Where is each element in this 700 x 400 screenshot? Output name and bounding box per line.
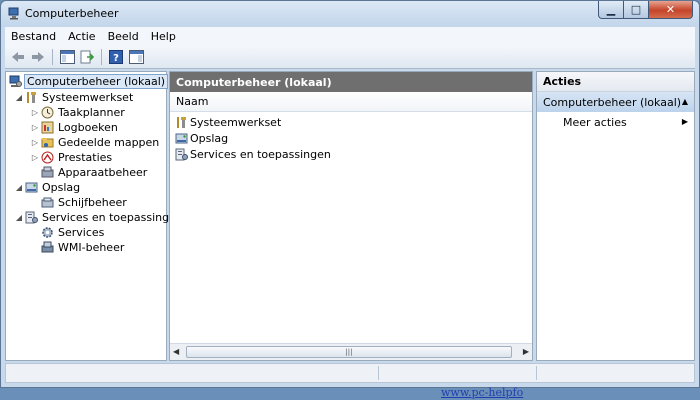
minimize-icon: ▁ (606, 3, 616, 16)
grip-icon: ||| (345, 348, 353, 356)
console-tree: Computerbeheer (lokaal) ◢ Systeemwerkset… (5, 71, 183, 361)
tree-item-taakplanner[interactable]: ▷ Taakplanner (30, 105, 127, 120)
back-arrow-icon (12, 52, 24, 62)
collapse-up-icon[interactable]: ▲ (682, 97, 688, 106)
tree-item-systeemwerkset[interactable]: ◢ Systeemwerkset (14, 90, 135, 105)
list-item-services-en-toepassingen[interactable]: Services en toepassingen (174, 147, 331, 162)
maximize-icon: □ (630, 3, 642, 16)
collapsed-arrow-icon[interactable]: ▷ (30, 153, 40, 162)
window-title: Computerbeheer (25, 7, 119, 20)
close-icon: ✕ (665, 3, 676, 16)
computer-management-icon (8, 75, 22, 88)
list-item-opslag[interactable]: Opslag (174, 131, 228, 146)
actions-section-computerbeheer[interactable]: Computerbeheer (lokaal) ▲ (537, 92, 694, 112)
help-button[interactable]: ? (107, 48, 125, 66)
export-list-button[interactable] (78, 48, 96, 66)
actions-section-label: Computerbeheer (lokaal) (543, 95, 682, 109)
menu-bar: Bestand Actie Beeld Help (5, 27, 695, 46)
storage-icon (174, 132, 188, 145)
services-icon (40, 226, 54, 239)
action-meer-acties[interactable]: Meer acties ▶ (537, 112, 694, 132)
list-item-label: Systeemwerkset (190, 116, 282, 129)
toolbar-separator (52, 49, 53, 65)
system-tools-icon (174, 116, 188, 129)
tree-item-logboeken[interactable]: ▷ Logboeken (30, 120, 120, 135)
expanded-arrow-icon[interactable]: ◢ (14, 93, 24, 102)
menu-help[interactable]: Help (145, 30, 182, 43)
tree-item-prestaties[interactable]: ▷ Prestaties (30, 150, 114, 165)
menu-bestand[interactable]: Bestand (5, 30, 62, 43)
services-applications-icon (174, 148, 188, 161)
services-applications-icon (24, 211, 38, 224)
tree-item-services-en-toepassingen[interactable]: ◢ Services en toepassingen (14, 210, 185, 225)
actions-pane: Acties Computerbeheer (lokaal) ▲ Meer ac… (536, 71, 695, 361)
status-bar (5, 363, 695, 383)
background-link[interactable]: www.pc-helpfo (441, 386, 523, 399)
toolbar-separator (101, 49, 102, 65)
scroll-left-icon[interactable]: ◀ (173, 347, 179, 356)
results-pane: Computerbeheer (lokaal) Naam Systeemwerk… (169, 71, 533, 361)
help-icon: ? (109, 50, 123, 64)
computer-management-window: Computerbeheer ▁ □ ✕ Bestand Actie Beeld… (0, 0, 700, 388)
tree-item-opslag[interactable]: ◢ Opslag (14, 180, 82, 195)
scrollbar-thumb[interactable]: ||| (186, 346, 512, 358)
expanded-arrow-icon[interactable]: ◢ (14, 183, 24, 192)
storage-icon (24, 181, 38, 194)
export-list-icon (80, 50, 94, 64)
tree-item-services[interactable]: Services (40, 225, 106, 240)
forward-arrow-icon (32, 52, 44, 62)
list-item-label: Opslag (190, 132, 229, 145)
tree-item-gedeelde-mappen[interactable]: ▷ Gedeelde mappen (30, 135, 161, 150)
disk-management-icon (40, 196, 54, 209)
tree-item-schijfbeheer[interactable]: Schijfbeheer (40, 195, 129, 210)
back-button[interactable] (9, 48, 27, 66)
device-manager-icon (40, 166, 54, 179)
console-tree-icon (59, 50, 75, 64)
action-pane-icon (128, 50, 144, 64)
scroll-right-icon[interactable]: ▶ (523, 347, 529, 356)
maximize-button[interactable]: □ (624, 1, 649, 19)
event-viewer-icon (40, 121, 54, 134)
tree-item-apparaatbeheer[interactable]: Apparaatbeheer (40, 165, 149, 180)
status-separator (536, 366, 537, 380)
tree-item-computerbeheer[interactable]: Computerbeheer (lokaal) (8, 74, 169, 89)
expanded-arrow-icon[interactable]: ◢ (14, 213, 24, 222)
minimize-button[interactable]: ▁ (598, 1, 624, 19)
close-button[interactable]: ✕ (649, 1, 693, 19)
collapsed-arrow-icon[interactable]: ▷ (30, 138, 40, 147)
menu-actie[interactable]: Actie (62, 30, 102, 43)
list-item-systeemwerkset[interactable]: Systeemwerkset (174, 115, 281, 130)
performance-icon (40, 151, 54, 164)
forward-button[interactable] (29, 48, 47, 66)
computer-management-icon (8, 7, 19, 20)
menu-beeld[interactable]: Beeld (102, 30, 145, 43)
shared-folders-icon (40, 136, 54, 149)
status-separator (378, 366, 379, 380)
system-tools-icon (24, 91, 38, 104)
actions-title: Acties (537, 72, 694, 92)
action-label: Meer acties (563, 115, 627, 129)
toolbar: ? (5, 46, 695, 69)
submenu-arrow-icon: ▶ (681, 117, 688, 126)
list-item-label: Services en toepassingen (190, 148, 331, 161)
wmi-control-icon (40, 241, 54, 254)
show-hide-action-pane-button[interactable] (127, 48, 145, 66)
tree-item-wmi-beheer[interactable]: WMI-beheer (40, 240, 126, 255)
svg-text:?: ? (113, 53, 119, 64)
horizontal-scrollbar[interactable]: ◀ ||| ▶ (170, 343, 532, 360)
title-bar[interactable]: Computerbeheer ▁ □ ✕ (1, 1, 699, 27)
column-header-naam[interactable]: Naam (170, 92, 532, 112)
results-pane-header: Computerbeheer (lokaal) (170, 72, 532, 92)
show-hide-console-tree-button[interactable] (58, 48, 76, 66)
collapsed-arrow-icon[interactable]: ▷ (30, 108, 40, 117)
task-scheduler-icon (40, 106, 54, 119)
collapsed-arrow-icon[interactable]: ▷ (30, 123, 40, 132)
